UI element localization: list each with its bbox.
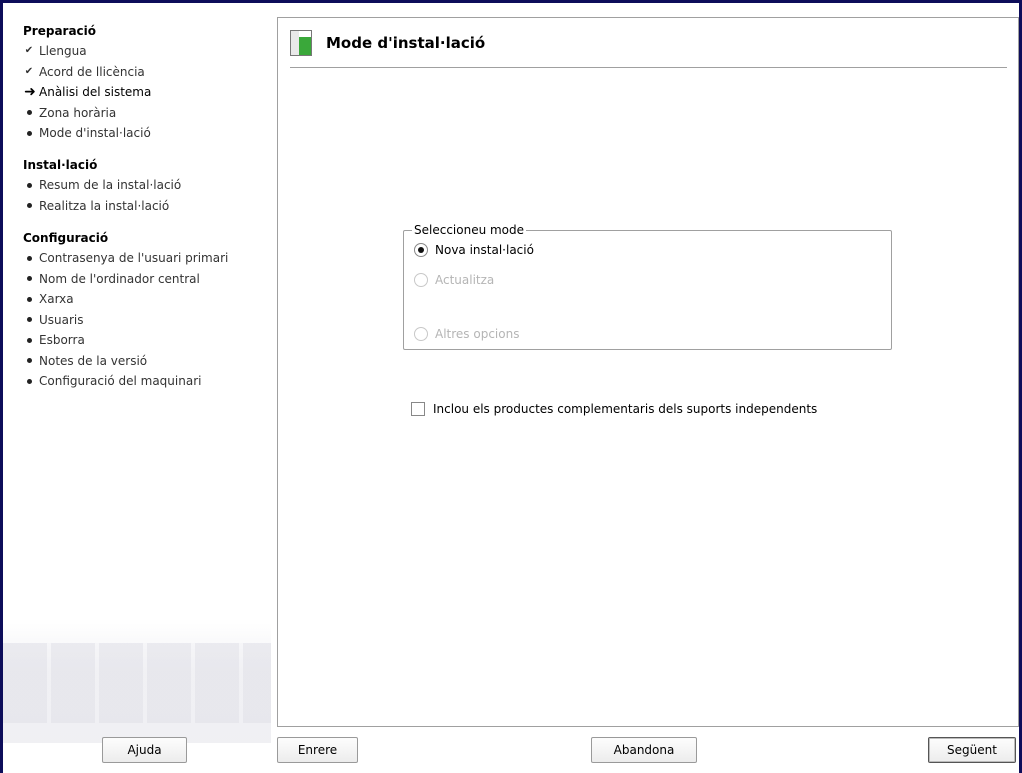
- section-preparacio: Preparació ✔ Llengua ✔ Acord de llicènci…: [23, 21, 151, 144]
- bullet-icon: [23, 378, 35, 384]
- step-label: Anàlisi del sistema: [39, 85, 152, 99]
- step-zona-horaria: Zona horària: [23, 103, 151, 124]
- bullet-icon: [23, 358, 35, 364]
- help-button[interactable]: Ajuda: [102, 737, 187, 763]
- addon-checkbox[interactable]: [411, 402, 425, 416]
- bullet-icon: [23, 203, 35, 209]
- step-realitza-installacio: Realitza la instal·lació: [23, 196, 181, 217]
- step-label: Contrasenya de l'usuari primari: [39, 251, 229, 265]
- section-installacio: Instal·lació Resum de la instal·lació Re…: [23, 155, 181, 216]
- section-title: Preparació: [23, 24, 97, 38]
- arrow-right-icon: ➜: [24, 84, 36, 100]
- step-acord-llicencia: ✔ Acord de llicència: [23, 62, 151, 83]
- radio-button-icon[interactable]: [414, 243, 428, 257]
- radio-nova-installacio[interactable]: Nova instal·lació: [414, 243, 534, 257]
- step-llengua: ✔ Llengua: [23, 41, 151, 62]
- mode-groupbox: Seleccioneu mode Nova instal·lació Actua…: [403, 223, 892, 350]
- radio-label: Nova instal·lació: [435, 243, 534, 257]
- section-configuracio: Configuració Contrasenya de l'usuari pri…: [23, 228, 228, 392]
- panel-header: Mode d'instal·lació: [290, 30, 485, 56]
- step-label: Xarxa: [39, 292, 74, 306]
- step-label: Esborra: [39, 333, 85, 347]
- step-esborra: Esborra: [23, 330, 228, 351]
- bullet-icon: [23, 182, 35, 188]
- step-label: Llengua: [39, 44, 87, 58]
- checkmark-icon: ✔: [24, 45, 34, 56]
- step-label: Notes de la versió: [39, 353, 148, 368]
- step-label: Realitza la instal·lació: [39, 198, 170, 213]
- section-title: Instal·lació: [23, 158, 98, 172]
- radio-button-icon: [414, 327, 428, 341]
- bullet-icon: [23, 255, 35, 261]
- step-label: Zona horària: [39, 105, 117, 120]
- abort-button[interactable]: Abandona: [591, 737, 697, 763]
- step-label: Resum de la instal·lació: [39, 178, 182, 192]
- checkmark-icon: ✔: [24, 65, 34, 77]
- header-divider: [290, 67, 1007, 68]
- step-notes-versio: Notes de la versió: [23, 351, 228, 372]
- step-label: Usuaris: [39, 312, 84, 327]
- radio-label: Actualitza: [435, 273, 495, 287]
- step-label: Acord de llicència: [39, 64, 145, 79]
- bullet-icon: [23, 296, 35, 302]
- bullet-icon: [23, 317, 35, 323]
- step-usuaris: Usuaris: [23, 310, 228, 331]
- sidebar-watermark: [3, 623, 271, 743]
- step-nom-ordinador: Nom de l'ordinador central: [23, 269, 228, 290]
- step-contrasenya-usuari: Contrasenya de l'usuari primari: [23, 248, 228, 269]
- next-button[interactable]: Següent: [928, 737, 1016, 763]
- page-title: Mode d'instal·lació: [326, 34, 486, 52]
- step-xarxa: Xarxa: [23, 289, 228, 310]
- section-title: Configuració: [23, 231, 109, 245]
- step-configuracio-maquinari: Configuració del maquinari: [23, 371, 228, 392]
- step-resum-installacio: Resum de la instal·lació: [23, 175, 181, 196]
- back-button[interactable]: Enrere: [277, 737, 358, 763]
- bullet-icon: [23, 337, 35, 343]
- bullet-icon: [23, 110, 35, 116]
- addon-checkbox-row[interactable]: Inclou els productes complementaris dels…: [411, 402, 817, 416]
- step-label: Configuració del maquinari: [39, 374, 202, 388]
- bullet-icon: [23, 130, 35, 136]
- steps-sidebar: Preparació ✔ Llengua ✔ Acord de llicènci…: [3, 3, 271, 773]
- installation-mode-icon: [290, 30, 312, 56]
- main-panel: Mode d'instal·lació Seleccioneu mode Nov…: [277, 17, 1019, 727]
- radio-altres-opcions: Altres opcions: [414, 327, 519, 341]
- step-mode-installacio: Mode d'instal·lació: [23, 123, 151, 144]
- radio-button-icon: [414, 273, 428, 287]
- bullet-icon: [23, 276, 35, 282]
- step-label: Mode d'instal·lació: [39, 126, 151, 140]
- groupbox-label: Seleccioneu mode: [412, 223, 527, 237]
- addon-checkbox-label: Inclou els productes complementaris dels…: [433, 402, 818, 416]
- radio-label: Altres opcions: [435, 327, 520, 341]
- step-label: Nom de l'ordinador central: [39, 271, 200, 286]
- step-analisi-sistema: ➜ Anàlisi del sistema: [23, 82, 151, 103]
- radio-actualitza: Actualitza: [414, 273, 494, 287]
